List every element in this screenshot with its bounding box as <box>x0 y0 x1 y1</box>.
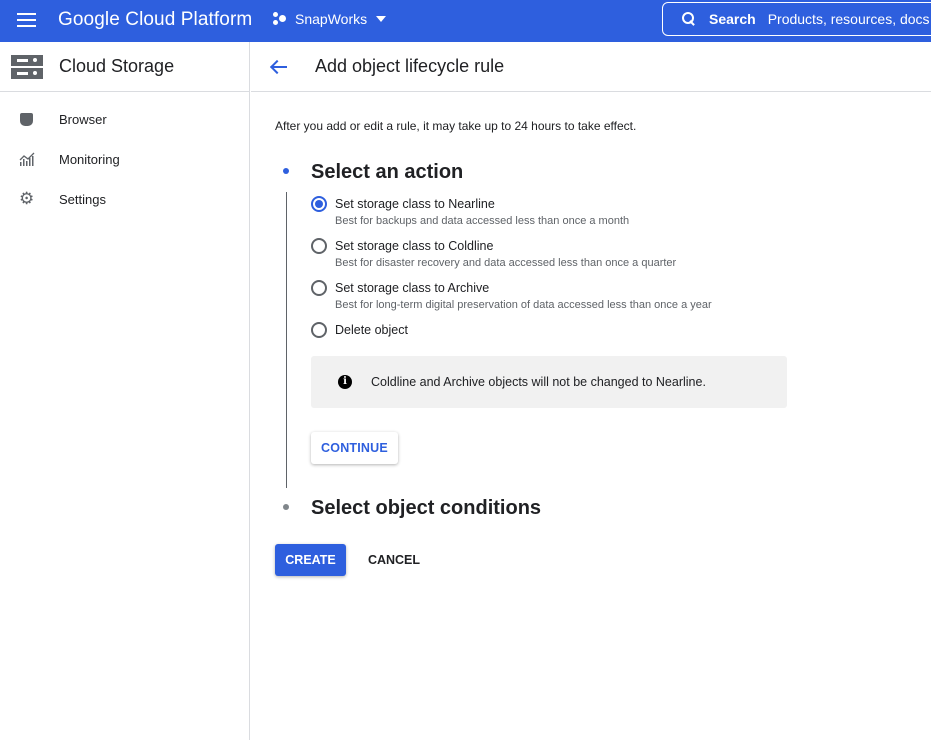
radio-button[interactable] <box>311 322 327 338</box>
step-indicator-inactive <box>283 504 289 510</box>
project-selector[interactable]: SnapWorks <box>272 11 387 27</box>
sidebar-header: Cloud Storage <box>0 42 249 92</box>
product-brand[interactable]: Google Cloud Platform <box>58 9 252 31</box>
search-placeholder: Products, resources, docs <box>767 11 930 27</box>
back-arrow-icon[interactable] <box>270 60 288 74</box>
sidebar-item-settings[interactable]: ⚙ Settings <box>0 179 249 219</box>
step-indicator-active <box>283 168 289 174</box>
search-input[interactable]: Search Products, resources, docs <box>662 2 931 36</box>
sidebar-item-browser[interactable]: Browser <box>0 99 249 139</box>
radio-button[interactable] <box>311 238 327 254</box>
cloud-storage-icon <box>11 54 43 79</box>
gear-icon: ⚙ <box>19 189 35 208</box>
page-header: Add object lifecycle rule <box>251 42 931 92</box>
option-label: Set storage class to Archive <box>335 281 490 295</box>
sidebar-item-label: Monitoring <box>59 151 120 167</box>
sidebar-item-label: Browser <box>59 111 107 127</box>
action-option-coldline[interactable]: Set storage class to Coldline Best for d… <box>311 238 676 269</box>
search-icon <box>682 12 696 26</box>
search-label: Search <box>709 11 756 27</box>
action-option-delete[interactable]: Delete object <box>311 322 408 338</box>
option-label: Set storage class to Coldline <box>335 239 494 253</box>
radio-button-selected[interactable] <box>311 196 327 212</box>
option-description: Best for long-term digital preservation … <box>335 299 712 311</box>
action-option-nearline[interactable]: Set storage class to Nearline Best for b… <box>311 196 629 227</box>
option-description: Best for backups and data accessed less … <box>335 215 630 227</box>
main-menu-icon[interactable] <box>17 13 36 27</box>
radio-button[interactable] <box>311 280 327 296</box>
main-content: Add object lifecycle rule After you add … <box>251 42 931 740</box>
sidebar-item-monitoring[interactable]: Monitoring <box>0 139 249 179</box>
bucket-icon <box>19 111 35 127</box>
cancel-button[interactable]: CANCEL <box>358 544 430 576</box>
sidebar-item-label: Settings <box>59 191 106 207</box>
info-text: Coldline and Archive objects will not be… <box>371 375 706 389</box>
propagation-notice: After you add or edit a rule, it may tak… <box>275 119 637 133</box>
create-button[interactable]: CREATE <box>275 544 346 576</box>
info-icon: i <box>338 375 352 389</box>
continue-button[interactable]: CONTINUE <box>311 432 398 464</box>
project-dots-icon <box>272 11 288 27</box>
stepper-connector <box>286 192 287 488</box>
sidebar: Cloud Storage Browser Monitoring ⚙ Setti <box>0 42 250 740</box>
info-banner: i Coldline and Archive objects will not … <box>311 356 787 408</box>
page-title: Add object lifecycle rule <box>315 56 505 76</box>
step-title-object-conditions[interactable]: Select object conditions <box>311 497 541 520</box>
project-name: SnapWorks <box>295 11 368 27</box>
chevron-down-icon <box>376 16 387 22</box>
top-app-bar: Google Cloud Platform SnapWorks Search P… <box>0 0 931 42</box>
monitoring-chart-icon <box>19 151 35 167</box>
step-title-select-action[interactable]: Select an action <box>311 161 463 184</box>
option-label: Set storage class to Nearline <box>335 197 495 211</box>
option-description: Best for disaster recovery and data acce… <box>335 257 677 269</box>
action-option-archive[interactable]: Set storage class to Archive Best for lo… <box>311 280 712 311</box>
option-label: Delete object <box>335 323 408 337</box>
sidebar-title: Cloud Storage <box>59 56 175 76</box>
